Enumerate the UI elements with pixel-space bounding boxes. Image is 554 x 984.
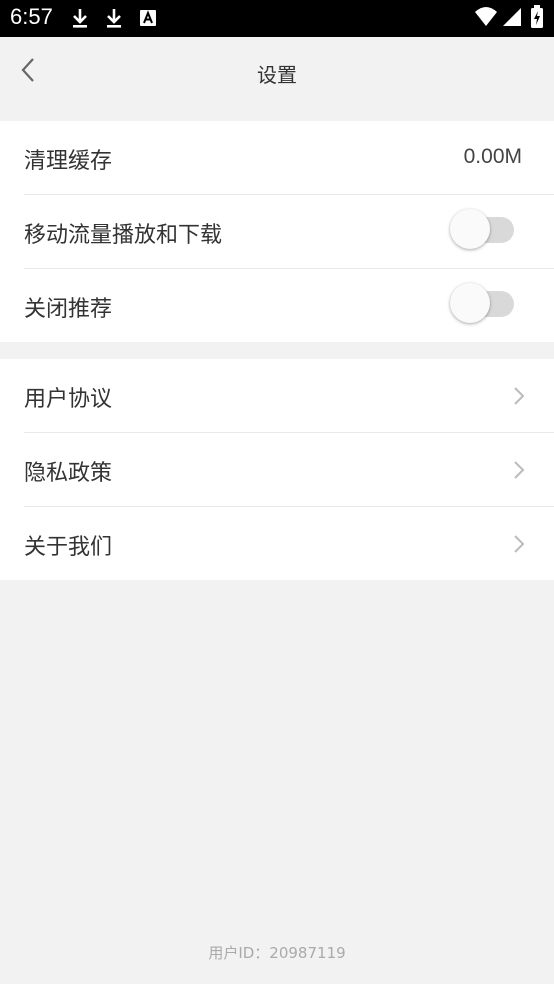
cache-size-value: 0.00M (463, 145, 522, 168)
clear-cache-label: 清理缓存 (24, 149, 113, 174)
user-agreement-label: 用户协议 (24, 387, 113, 412)
status-time: 6:57 (10, 4, 53, 29)
close-recommend-row: 关闭推荐 (0, 269, 554, 343)
header: 设置 (0, 37, 554, 104)
links-group: 用户协议 隐私政策 关于我们 (0, 359, 554, 580)
toggle-thumb (450, 283, 490, 323)
about-us-label: 关于我们 (24, 535, 113, 560)
privacy-policy-label: 隐私政策 (24, 461, 113, 486)
close-recommend-toggle[interactable] (450, 283, 514, 323)
mobile-data-label: 移动流量播放和下载 (24, 223, 223, 248)
cellular-icon (503, 8, 521, 26)
clear-cache-row[interactable]: 清理缓存 0.00M (0, 121, 554, 195)
mobile-data-toggle[interactable] (450, 209, 514, 249)
toggle-thumb (450, 209, 490, 249)
chevron-right-icon (514, 461, 525, 479)
status-bar: 6:57 (0, 0, 554, 37)
download-icon (107, 9, 121, 28)
close-recommend-label: 关闭推荐 (24, 297, 113, 322)
settings-group: 清理缓存 0.00M 移动流量播放和下载 关闭推荐 (0, 121, 554, 342)
download-icon (73, 9, 87, 28)
user-id-text: 用户ID：20987119 (208, 944, 346, 962)
page-title: 设置 (257, 63, 297, 87)
battery-charging-icon (531, 5, 543, 28)
wifi-icon (475, 7, 497, 26)
chevron-right-icon (514, 535, 525, 553)
text-a-icon (140, 10, 156, 26)
user-agreement-row[interactable]: 用户协议 (0, 359, 554, 433)
about-us-row[interactable]: 关于我们 (0, 507, 554, 581)
chevron-right-icon (514, 387, 525, 405)
privacy-policy-row[interactable]: 隐私政策 (0, 433, 554, 507)
mobile-data-row: 移动流量播放和下载 (0, 195, 554, 269)
